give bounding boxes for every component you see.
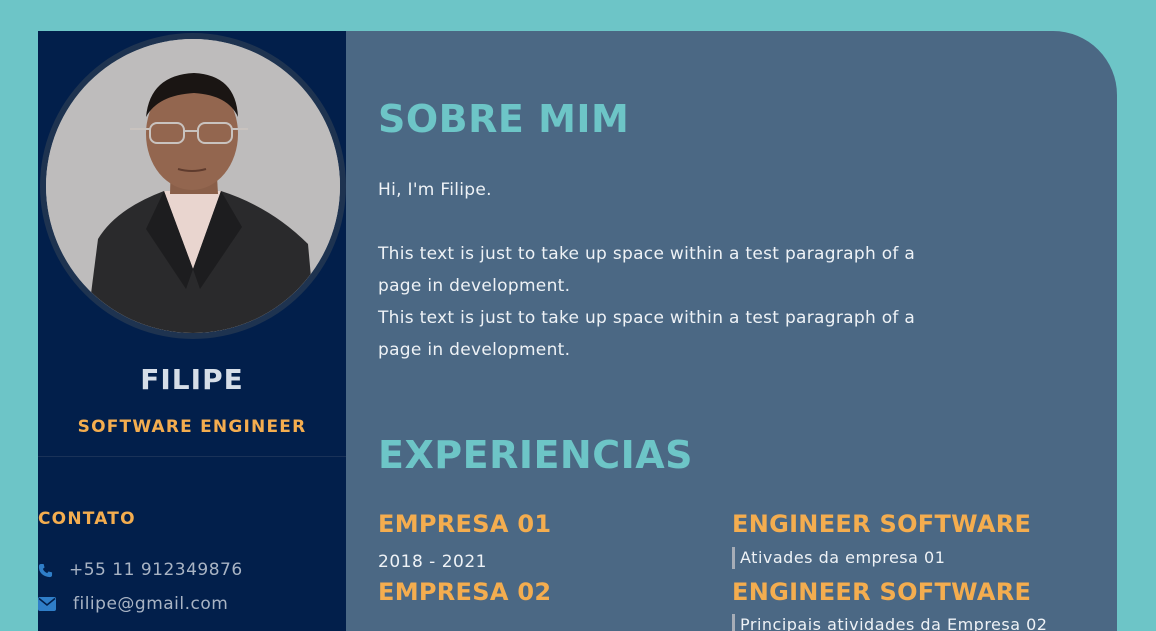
email-address: filipe@gmail.com [73,594,229,614]
resume-card: FILIPE SOFTWARE ENGINEER CONTATO +55 11 … [38,31,1117,631]
avatar [46,39,340,333]
about-text: Hi, I'm Filipe. This text is just to tak… [378,174,918,366]
about-heading: SOBRE MIM [378,97,630,141]
avatar-image [46,39,340,333]
about-greeting: Hi, I'm Filipe. [378,180,492,200]
main-content: SOBRE MIM Hi, I'm Filipe. This text is j… [346,31,1117,631]
phone-number: +55 11 912349876 [69,560,243,580]
contact-phone[interactable]: +55 11 912349876 [38,560,243,580]
experience-company: EMPRESA 01 [378,510,552,538]
experience-role: ENGINEER SOFTWARE [732,578,1032,606]
experience-description: Principais atividades da Empresa 02 [732,614,1047,631]
experience-period: 2018 - 2021 [378,552,487,572]
about-paragraph: This text is just to take up space withi… [378,308,916,360]
profile-name: FILIPE [140,363,244,396]
experience-heading: EXPERIENCIAS [378,433,694,477]
sidebar: FILIPE SOFTWARE ENGINEER CONTATO +55 11 … [38,31,346,631]
envelope-icon [38,597,60,611]
sidebar-divider [38,456,346,457]
experience-role: ENGINEER SOFTWARE [732,510,1032,538]
about-paragraph: This text is just to take up space withi… [378,244,916,296]
contact-email[interactable]: filipe@gmail.com [38,594,228,614]
experience-description: Ativades da empresa 01 [732,547,945,569]
profile-photo [40,33,346,339]
experience-company: EMPRESA 02 [378,578,552,606]
profile-role: SOFTWARE ENGINEER [77,417,307,437]
contact-heading: CONTATO [38,509,136,529]
phone-icon [38,563,60,578]
